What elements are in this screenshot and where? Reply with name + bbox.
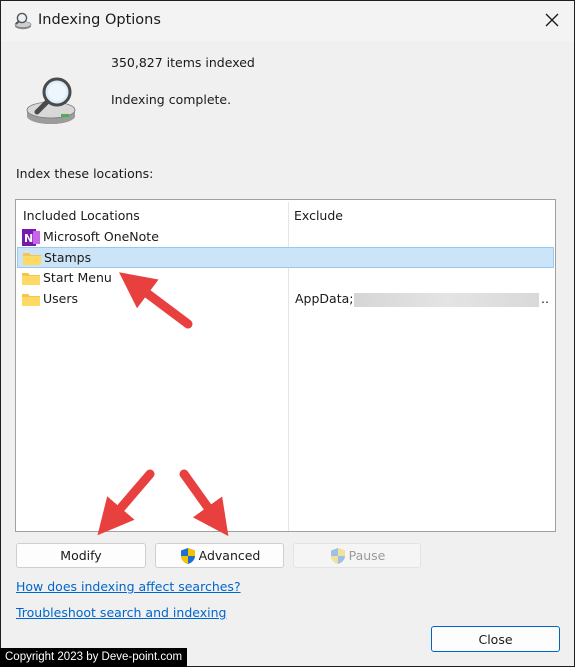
column-header-exclude[interactable]: Exclude: [294, 208, 343, 223]
location-name: Start Menu: [43, 270, 112, 285]
indexing-drive-icon: [26, 77, 76, 124]
magnifier-drive-icon: [14, 12, 32, 30]
locations-label: Index these locations:: [16, 166, 154, 181]
how-indexing-link[interactable]: How does indexing affect searches?: [16, 579, 241, 594]
svg-text:N: N: [24, 232, 33, 245]
location-row-start-menu[interactable]: Start Menu: [17, 268, 554, 289]
close-button-label: Close: [478, 631, 513, 647]
indexing-status: Indexing complete.: [111, 92, 232, 107]
location-name: Microsoft OneNote: [43, 229, 159, 244]
locations-list[interactable]: Included Locations Exclude N Microsoft O…: [15, 199, 556, 532]
advanced-button[interactable]: Advanced: [155, 543, 284, 568]
folder-icon: [22, 273, 40, 285]
pause-button[interactable]: Pause: [293, 543, 421, 568]
modify-button[interactable]: Modify: [16, 543, 146, 568]
uac-shield-icon: [180, 547, 195, 564]
location-row-onenote[interactable]: N Microsoft OneNote: [17, 227, 554, 248]
column-header-included[interactable]: Included Locations: [23, 208, 140, 223]
advanced-button-label: Advanced: [198, 548, 261, 563]
items-indexed-count: 350,827 items indexed: [111, 55, 255, 70]
modify-button-label: Modify: [60, 548, 102, 563]
location-row-stamps[interactable]: Stamps: [17, 247, 554, 268]
location-name: Stamps: [44, 250, 92, 265]
exclude-ellipsis: ..: [541, 291, 549, 306]
close-button[interactable]: Close: [431, 626, 560, 652]
troubleshoot-link[interactable]: Troubleshoot search and indexing: [16, 605, 226, 620]
folder-icon: [22, 294, 40, 306]
folder-icon: [23, 253, 41, 265]
uac-shield-icon: [330, 547, 345, 564]
redacted-exclude-text: [354, 293, 539, 307]
indexing-options-window: Indexing Options 350,827 items indexed I…: [0, 0, 575, 667]
location-name: Users: [43, 291, 79, 306]
copyright-watermark: Copyright 2023 by Deve-point.com: [0, 648, 188, 667]
location-exclude: AppData;: [295, 291, 354, 306]
location-row-users[interactable]: Users AppData; ..: [17, 289, 554, 310]
title-bar: Indexing Options: [1, 1, 574, 41]
onenote-icon: N: [22, 229, 40, 246]
window-title: Indexing Options: [38, 12, 161, 28]
pause-button-label: Pause: [348, 548, 386, 563]
close-window-button[interactable]: [535, 4, 569, 36]
close-icon: [545, 13, 559, 27]
